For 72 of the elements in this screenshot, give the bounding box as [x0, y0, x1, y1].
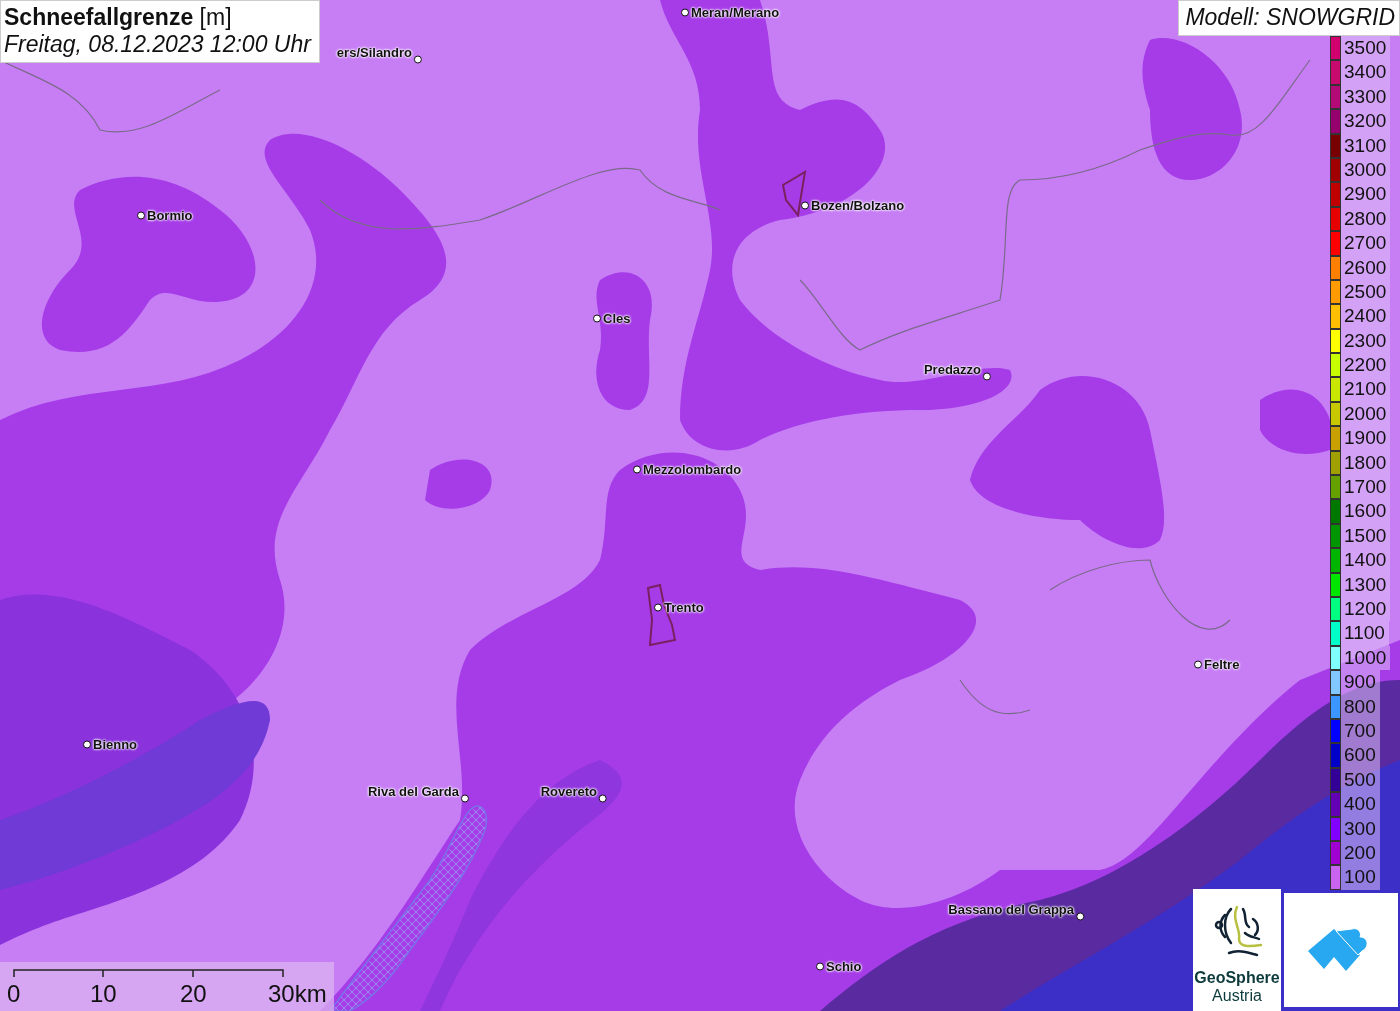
- legend-label: 2900: [1341, 182, 1391, 207]
- model-label: Modell: SNOWGRID: [1178, 0, 1400, 36]
- city-label: Feltre: [1204, 656, 1240, 672]
- forecast-datetime: Freitag, 08.12.2023 12:00 Uhr: [4, 31, 311, 58]
- city-label: Bienno: [93, 736, 138, 752]
- legend-label: 2000: [1341, 401, 1391, 427]
- legend-label: 400: [1341, 792, 1380, 817]
- legend-label: 2200: [1341, 353, 1391, 378]
- legend-label: 200: [1341, 840, 1380, 866]
- legend-label: 600: [1341, 743, 1380, 768]
- legend-label: 1600: [1341, 499, 1391, 524]
- legend-label: 3300: [1341, 84, 1391, 110]
- city-marker-icon: [414, 55, 422, 64]
- legend-label: 1300: [1341, 572, 1391, 597]
- legend-label: 1200: [1341, 597, 1391, 622]
- city-label: Cles: [603, 310, 631, 326]
- legend-label: 1000: [1341, 645, 1391, 671]
- legend-label: 2800: [1341, 206, 1391, 232]
- legend-label: 3500: [1341, 36, 1391, 61]
- legend-label: 2700: [1341, 231, 1391, 256]
- city-marker-icon: [801, 201, 809, 209]
- legend-label: 1500: [1341, 523, 1391, 549]
- city-label: Bozen/Bolzano: [811, 197, 905, 213]
- legend-label: 3000: [1341, 157, 1391, 183]
- scale-label: 10: [90, 980, 117, 1008]
- scale-label: 0: [7, 980, 21, 1008]
- city-marker-icon: [1076, 912, 1084, 921]
- city-label: ers/Silandro: [336, 44, 412, 60]
- legend-label: 1800: [1341, 450, 1391, 476]
- legend-label: 800: [1341, 694, 1380, 719]
- legend-label: 300: [1341, 816, 1380, 841]
- legend-label: 700: [1341, 718, 1380, 744]
- city-label: Bormio: [147, 207, 193, 223]
- city-marker-icon: [633, 465, 641, 473]
- city-label: Predazzo: [923, 361, 981, 377]
- city-marker-icon: [137, 211, 145, 219]
- legend-label: 2500: [1341, 279, 1391, 305]
- legend-label: 2300: [1341, 328, 1391, 354]
- legend-label: 1400: [1341, 548, 1391, 573]
- legend-label: 500: [1341, 767, 1380, 793]
- legend-label: 3100: [1341, 133, 1391, 158]
- legend-label: 3200: [1341, 109, 1391, 134]
- legend-label: 2400: [1341, 304, 1391, 329]
- city-label: Meran/Merano: [691, 4, 780, 20]
- city-label: Mezzolombardo: [643, 461, 742, 477]
- scale-label: 20: [180, 980, 207, 1008]
- legend-label: 1900: [1341, 426, 1391, 451]
- city-marker-icon: [816, 962, 824, 970]
- scale-label: 30km: [268, 980, 327, 1008]
- city-marker-icon: [983, 372, 991, 381]
- city-marker-icon: [599, 794, 607, 803]
- legend-label: 100: [1341, 865, 1380, 890]
- city-label: Schio: [826, 958, 862, 974]
- city-marker-icon: [83, 740, 91, 748]
- city-marker-icon: [654, 603, 662, 611]
- logo-wordmark: GeoSphere: [1194, 969, 1280, 987]
- city-label: Trento: [664, 599, 704, 615]
- city-label: Riva del Garda: [367, 783, 459, 799]
- city-label: Rovereto: [540, 783, 597, 799]
- city-marker-icon: [461, 794, 469, 803]
- city-label: Bassano del Grappa: [948, 901, 1074, 917]
- legend-label: 1100: [1341, 621, 1389, 646]
- legend-label: 3400: [1341, 60, 1391, 85]
- city-marker-icon: [593, 314, 601, 322]
- legend-label: 900: [1341, 670, 1380, 695]
- city-marker-icon: [681, 8, 689, 16]
- map-title: Schneefallgrenze [m]: [4, 4, 233, 31]
- legend-label: 2600: [1341, 255, 1391, 280]
- legend-label: 2100: [1341, 377, 1391, 402]
- city-marker-icon: [1194, 660, 1202, 668]
- legend-label: 1700: [1341, 475, 1391, 500]
- logo-subtitle: Austria: [1212, 987, 1262, 1005]
